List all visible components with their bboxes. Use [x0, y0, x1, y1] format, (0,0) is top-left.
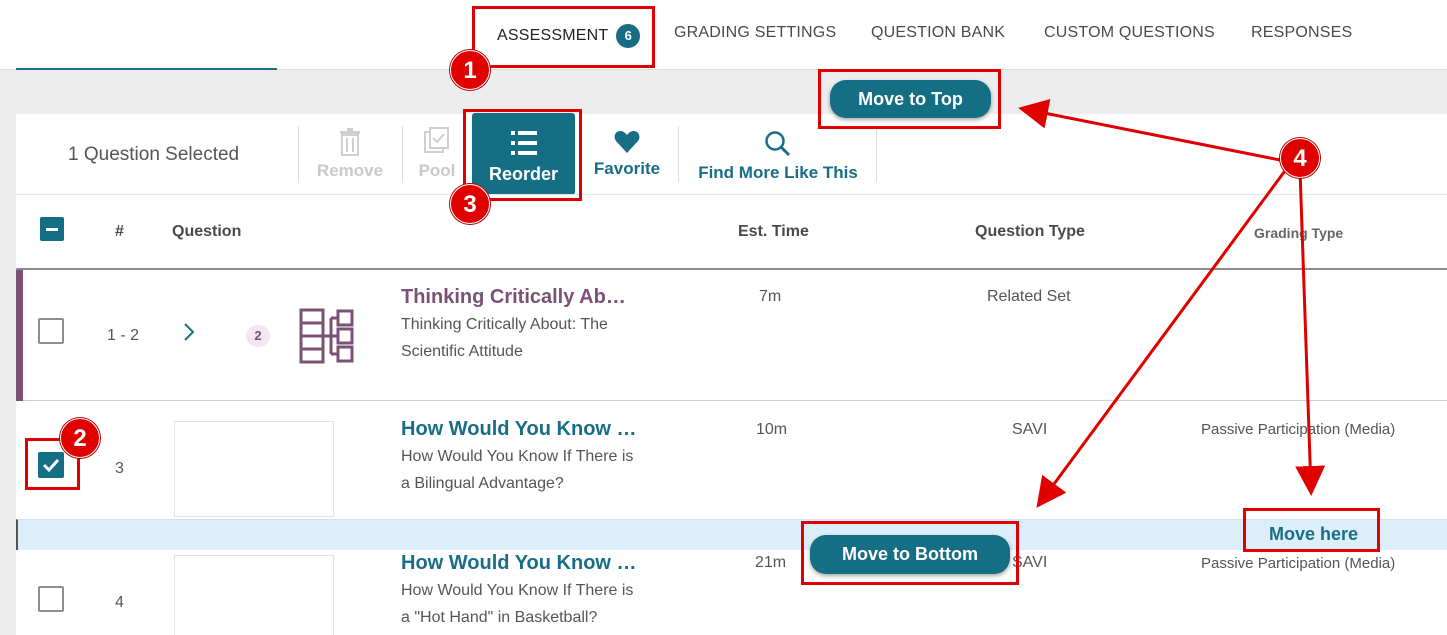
annotation-marker-4: 4 [1280, 138, 1320, 178]
annotation-arrows [1018, 98, 1326, 508]
annotation-marker-3: 3 [450, 184, 490, 224]
annotation-marker-2: 2 [60, 418, 100, 458]
annotation-marker-1: 1 [450, 50, 490, 90]
